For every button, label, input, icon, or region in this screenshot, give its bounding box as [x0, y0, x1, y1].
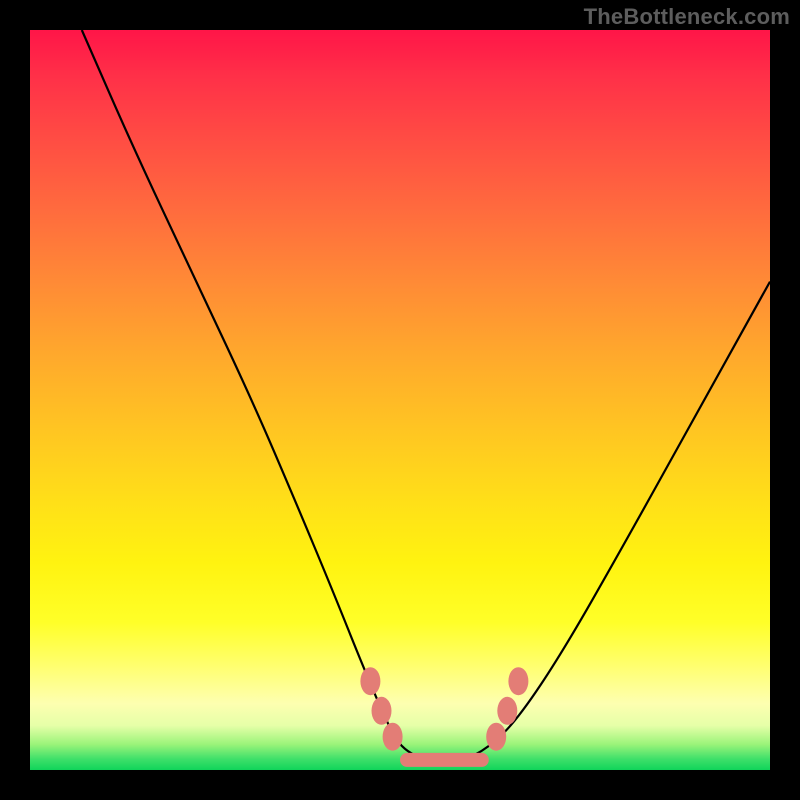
plot-area — [30, 30, 770, 770]
chart-frame: TheBottleneck.com — [0, 0, 800, 800]
curve-marker — [486, 723, 506, 751]
valley-band — [400, 753, 489, 767]
bottleneck-curve — [82, 30, 770, 763]
curve-marker — [497, 697, 517, 725]
curve-marker — [383, 723, 403, 751]
watermark-text: TheBottleneck.com — [584, 4, 790, 30]
curve-marker — [372, 697, 392, 725]
curve-markers — [360, 667, 528, 751]
curve-marker — [360, 667, 380, 695]
bottleneck-curve-svg — [30, 30, 770, 770]
curve-marker — [508, 667, 528, 695]
